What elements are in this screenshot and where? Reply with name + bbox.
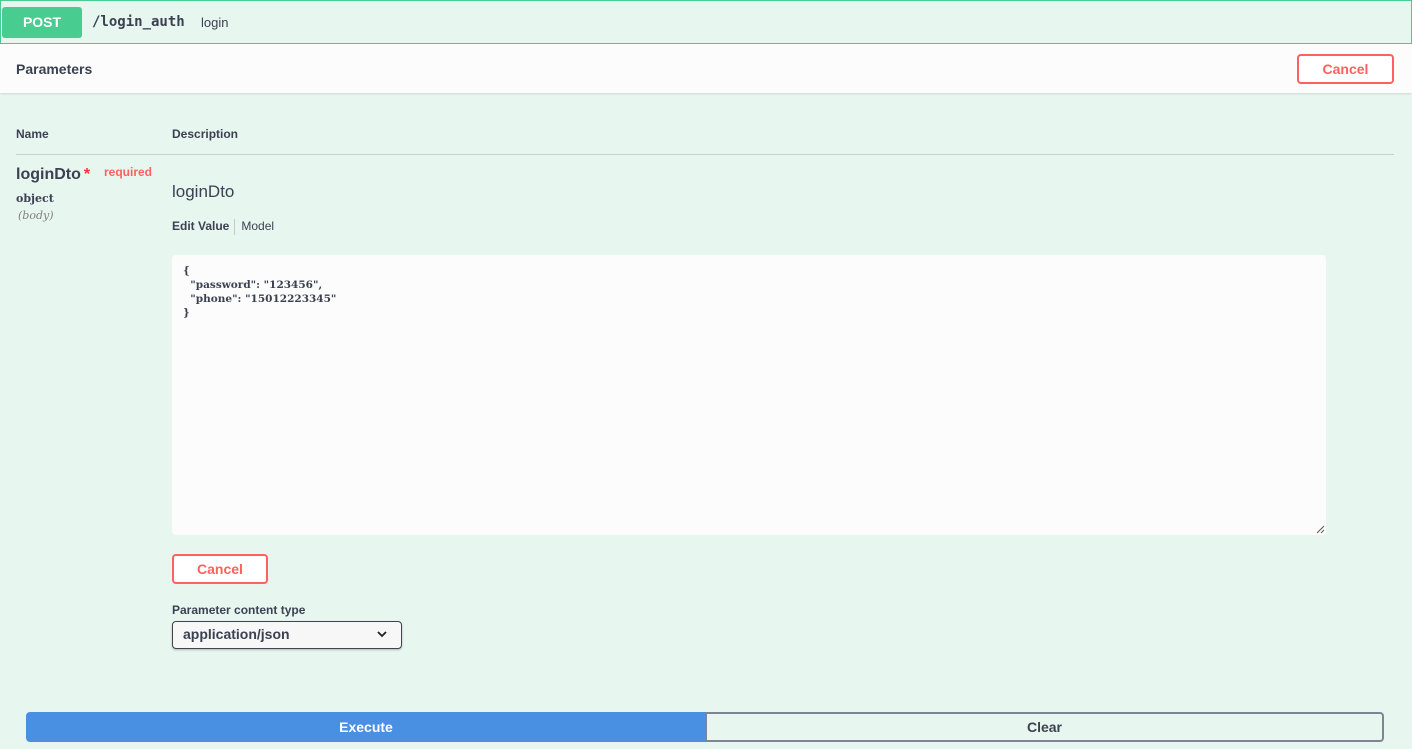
chevron-down-icon: [377, 631, 387, 638]
content-type-select[interactable]: application/json: [172, 621, 402, 649]
required-star: *: [83, 166, 91, 183]
body-tabs: Edit Value Model: [172, 219, 274, 235]
content-type-value: application/json: [183, 626, 290, 642]
tab-edit-value[interactable]: Edit Value: [172, 219, 229, 233]
parameters-title: Parameters: [16, 61, 93, 77]
tab-model[interactable]: Model: [241, 219, 274, 233]
clear-button[interactable]: Clear: [705, 712, 1384, 742]
column-header-description: Description: [172, 127, 239, 141]
table-divider: [16, 154, 1394, 155]
request-body-textarea[interactable]: { "password": "123456", "phone": "150122…: [172, 255, 1326, 535]
method-badge: POST: [2, 7, 82, 38]
parameter-name: loginDto *: [16, 166, 90, 184]
parameter-location: (body): [18, 209, 54, 222]
content-type-label: Parameter content type: [172, 603, 306, 617]
column-header-name: Name: [16, 127, 49, 141]
required-label: required: [104, 165, 153, 179]
parameter-name-text: loginDto: [16, 166, 81, 183]
editor-cancel-button[interactable]: Cancel: [172, 554, 268, 584]
endpoint-path: /login_auth: [92, 14, 185, 30]
parameter-description: loginDto: [172, 182, 235, 201]
execute-button[interactable]: Execute: [26, 712, 706, 742]
resize-handle-icon[interactable]: [1316, 525, 1325, 534]
parameters-header: Parameters Cancel: [0, 44, 1412, 93]
operation-summary[interactable]: POST /login_auth login: [0, 0, 1412, 44]
tab-separator: [234, 219, 236, 235]
parameter-type: object: [16, 192, 54, 205]
try-it-out-cancel-button[interactable]: Cancel: [1297, 54, 1394, 84]
endpoint-summary: login: [201, 15, 229, 30]
